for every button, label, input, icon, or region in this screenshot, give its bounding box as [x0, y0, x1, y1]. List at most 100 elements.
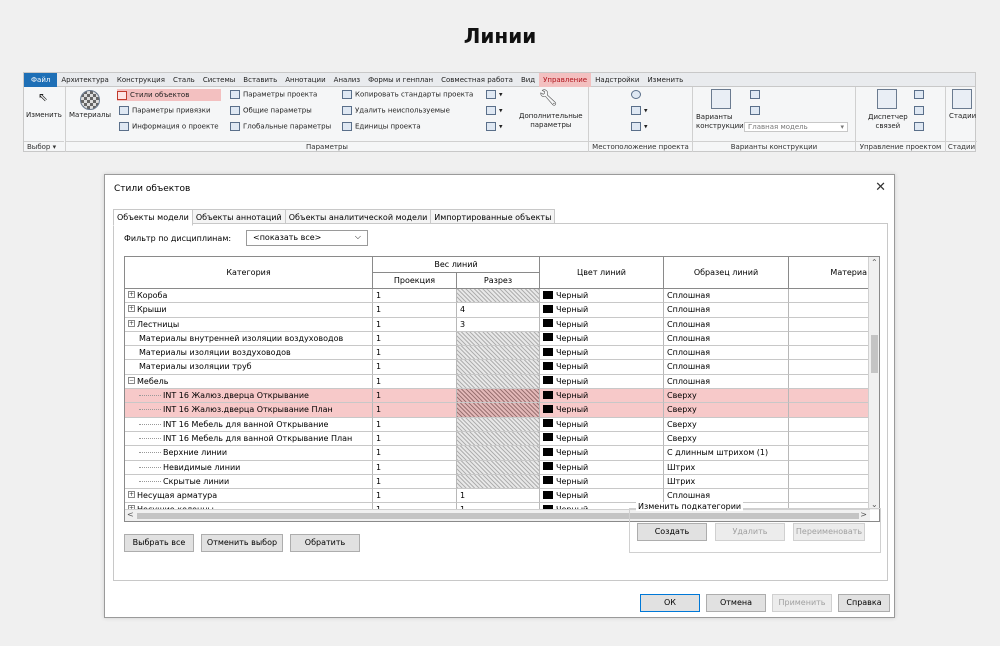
projection-cell[interactable]: 1 [373, 403, 457, 418]
cut-cell[interactable] [457, 389, 540, 404]
main-model-select[interactable]: Главная модель ▾ [744, 122, 848, 132]
select-none-button[interactable]: Отменить выбор [201, 534, 283, 552]
table-row[interactable]: − Мебель 1 Черный Сплошная [125, 374, 870, 390]
projection-cell[interactable]: 1 [373, 289, 457, 304]
line-pattern-cell[interactable]: Сверху [664, 417, 789, 432]
material-cell[interactable] [789, 346, 870, 361]
material-cell[interactable] [789, 417, 870, 432]
cut-cell[interactable]: 3 [457, 317, 540, 332]
category-cell[interactable]: Материалы изоляции труб [125, 360, 373, 375]
cut-cell[interactable]: 4 [457, 303, 540, 318]
line-color-cell[interactable]: Черный [540, 460, 664, 475]
line-pattern-cell[interactable]: Сплошная [664, 317, 789, 332]
category-cell[interactable]: Невидимые линии [125, 460, 373, 475]
menu-tab-10[interactable]: Вид [517, 73, 539, 87]
add-option-icon[interactable] [750, 90, 763, 99]
select-all-button[interactable]: Выбрать все [124, 534, 194, 552]
scroll-left-icon[interactable]: < [127, 510, 134, 519]
table-row[interactable]: + Лестницы 1 3 Черный Сплошная [125, 317, 870, 332]
projection-cell[interactable]: 1 [373, 474, 457, 490]
category-cell[interactable]: INT 16 Жалюз.дверца Открывание План [125, 403, 373, 418]
create-subcategory-button[interactable]: Создать [637, 523, 707, 541]
table-row[interactable]: Верхние линии 1 Черный С длинным штрихом (1… [125, 446, 870, 461]
line-pattern-cell[interactable]: Сплошная [664, 331, 789, 347]
shared-params-button[interactable]: Общие параметры [230, 106, 312, 115]
design-options-button[interactable]: Варианты конструкции [696, 113, 744, 131]
projection-cell[interactable]: 1 [373, 417, 457, 432]
modify-button[interactable]: Изменить [26, 111, 62, 119]
line-pattern-cell[interactable]: Сплошная [664, 346, 789, 361]
category-cell[interactable]: + Несущая арматура [125, 489, 373, 504]
menu-tab-2[interactable]: Конструкция [113, 73, 169, 87]
material-cell[interactable] [789, 289, 870, 304]
table-row[interactable]: + Короба 1 Черный Сплошная [125, 289, 870, 304]
invert-selection-button[interactable]: Обратить [290, 534, 360, 552]
material-cell[interactable] [789, 403, 870, 418]
line-color-cell[interactable]: Черный [540, 389, 664, 404]
menu-tab-12[interactable]: Надстройки [591, 73, 643, 87]
projection-cell[interactable]: 1 [373, 489, 457, 504]
material-cell[interactable] [789, 431, 870, 447]
projection-cell[interactable]: 1 [373, 460, 457, 475]
projection-cell[interactable]: 1 [373, 374, 457, 390]
cut-cell[interactable] [457, 289, 540, 304]
material-cell[interactable] [789, 460, 870, 475]
table-row[interactable]: INT 16 Жалюз.дверца Открывание 1 Черный Све… [125, 389, 870, 404]
table-row[interactable]: + Несущая арматура 1 1 Черный Сплошная [125, 489, 870, 504]
projection-cell[interactable]: 1 [373, 360, 457, 375]
projection-cell[interactable]: 1 [373, 389, 457, 404]
line-color-cell[interactable]: Черный [540, 374, 664, 390]
table-row[interactable]: Материалы изоляции труб 1 Черный Сплошная [125, 360, 870, 375]
manage-images-icon[interactable] [914, 90, 927, 99]
line-color-cell[interactable]: Черный [540, 446, 664, 461]
table-row[interactable]: Материалы изоляции воздуховодов 1 Черный Сп… [125, 346, 870, 361]
purge-unused-button[interactable]: Удалить неиспользуемые [342, 106, 450, 115]
projection-cell[interactable]: 1 [373, 317, 457, 332]
table-row[interactable]: Невидимые линии 1 Черный Штрих [125, 460, 870, 475]
position-dropdown[interactable]: ▾ [631, 122, 648, 131]
scroll-up-icon[interactable]: ⌃ [871, 258, 878, 267]
table-row[interactable]: Материалы внутренней изоляции воздуховод… [125, 331, 870, 347]
table-row[interactable]: INT 16 Жалюз.дверца Открывание План 1 Черн… [125, 403, 870, 418]
material-cell[interactable] [789, 474, 870, 490]
category-cell[interactable]: Материалы внутренней изоляции воздуховод… [125, 331, 373, 347]
projection-cell[interactable]: 1 [373, 431, 457, 447]
material-cell[interactable] [789, 303, 870, 318]
category-cell[interactable]: − Мебель [125, 374, 373, 390]
delete-subcategory-button[interactable]: Удалить [715, 523, 785, 541]
cut-cell[interactable] [457, 403, 540, 418]
line-pattern-cell[interactable]: Сверху [664, 403, 789, 418]
material-cell[interactable] [789, 317, 870, 332]
line-color-cell[interactable]: Черный [540, 403, 664, 418]
line-pattern-cell[interactable]: Сплошная [664, 289, 789, 304]
rename-subcategory-button[interactable]: Переименовать [793, 523, 865, 541]
menu-tab-11[interactable]: Управление [539, 72, 592, 87]
category-cell[interactable]: INT 16 Жалюз.дверца Открывание [125, 389, 373, 404]
header-cut[interactable]: Разрез [457, 273, 540, 289]
panel-select-label[interactable]: Выбор ▾ [24, 141, 64, 152]
menu-tab-9[interactable]: Совместная работа [437, 73, 517, 87]
menu-tab-7[interactable]: Анализ [330, 73, 364, 87]
cut-cell[interactable] [457, 460, 540, 475]
line-color-cell[interactable]: Черный [540, 346, 664, 361]
line-color-cell[interactable]: Черный [540, 431, 664, 447]
expand-icon[interactable]: + [128, 305, 135, 313]
coordinates-dropdown[interactable]: ▾ [631, 106, 648, 115]
mep-settings-dropdown[interactable]: ▾ [486, 106, 503, 115]
menu-tab-3[interactable]: Сталь [169, 73, 199, 87]
material-cell[interactable] [789, 360, 870, 375]
header-material[interactable]: Материа [789, 257, 870, 289]
snap-params-button[interactable]: Параметры привязки [119, 106, 211, 115]
project-info-button[interactable]: Информация о проекте [119, 122, 219, 131]
cut-cell[interactable] [457, 417, 540, 432]
line-pattern-cell[interactable]: Штрих [664, 474, 789, 490]
cut-cell[interactable] [457, 360, 540, 375]
projection-cell[interactable]: 1 [373, 303, 457, 318]
pick-option-icon[interactable] [750, 106, 763, 115]
location-globe-icon[interactable] [631, 90, 644, 99]
projection-cell[interactable]: 1 [373, 346, 457, 361]
table-row[interactable]: INT 16 Мебель для ванной Открывание 1 Черн… [125, 417, 870, 432]
menu-tab-1[interactable]: Архитектура [57, 73, 113, 87]
phases-button[interactable]: Стадии [949, 112, 976, 120]
line-pattern-cell[interactable]: Сплошная [664, 374, 789, 390]
